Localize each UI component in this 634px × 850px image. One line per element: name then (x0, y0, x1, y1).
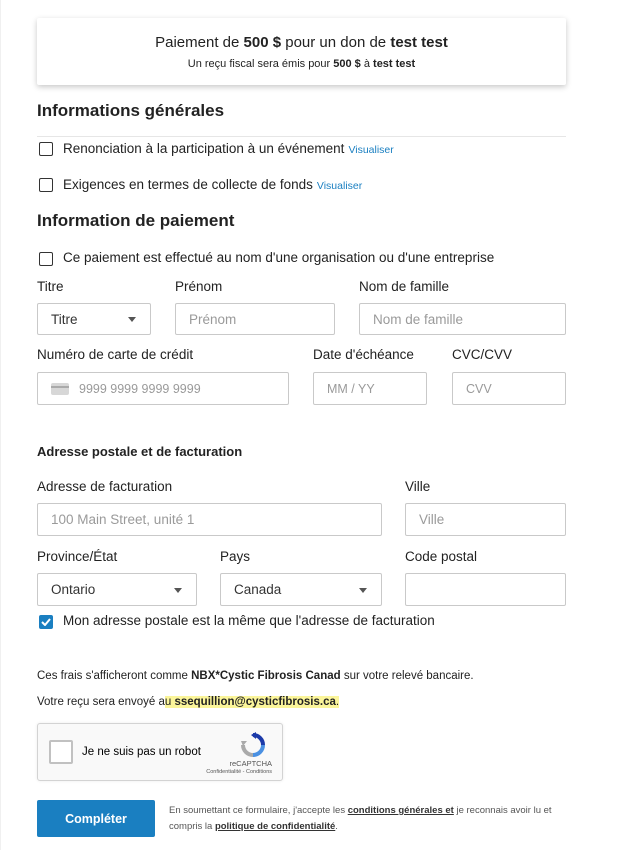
recaptcha-checkbox[interactable] (49, 740, 73, 764)
firstname-label: Prénom (175, 279, 223, 294)
tax-receipt-text: Un reçu fiscal sera émis pour 500 $ à te… (37, 58, 566, 70)
complete-button[interactable]: Compléter (37, 800, 155, 837)
cvc-input[interactable]: CVV (452, 372, 566, 405)
terms-suffix: . (335, 821, 338, 832)
receipt-name: test test (373, 58, 416, 70)
title-label: Titre (37, 279, 64, 294)
terms-link[interactable]: conditions générales et (348, 805, 454, 816)
receipt-amount: 500 $ (333, 58, 361, 70)
country-select-value: Canada (234, 582, 282, 597)
billing-address-placeholder: 100 Main Street, unité 1 (51, 512, 195, 527)
postal-code-label: Code postal (405, 549, 478, 564)
fundraising-label: Exigences en termes de collecte de fonds (63, 177, 313, 192)
postal-code-input[interactable] (405, 573, 566, 606)
organization-checkbox[interactable] (39, 252, 53, 266)
privacy-policy-link[interactable]: politique de confidentialité (215, 821, 335, 832)
title-select[interactable]: Titre (37, 303, 151, 335)
address-title: Adresse postale et de facturation (37, 444, 243, 459)
expiry-placeholder: MM / YY (327, 381, 375, 396)
card-number-label: Numéro de carte de crédit (37, 347, 194, 362)
fundraising-view-link[interactable]: Visualiser (317, 180, 362, 192)
credit-card-icon (51, 382, 69, 395)
card-number-input[interactable]: 9999 9999 9999 9999 (37, 372, 289, 405)
receipt-highlight-prefix: u (164, 696, 175, 708)
payment-info-title: Information de paiement (37, 211, 235, 230)
recaptcha-logo-icon (241, 732, 265, 757)
summary-prefix: Paiement de (155, 34, 244, 51)
fundraising-row: Exigences en termes de collecte de fonds… (63, 176, 362, 194)
province-label: Province/État (37, 549, 118, 564)
city-input[interactable]: Ville (405, 503, 566, 536)
recaptcha-label: Je ne suis pas un robot (82, 746, 201, 758)
cvc-placeholder: CVV (466, 381, 492, 396)
province-select[interactable]: Ontario (37, 573, 197, 606)
receipt-middle: à (360, 58, 374, 70)
recaptcha-links[interactable]: Confidentialité - Conditions (206, 769, 272, 775)
receipt-info-prefix: Votre reçu sera envoyé a (37, 696, 165, 708)
summary-donor: test test (390, 34, 448, 51)
billing-address-label: Adresse de facturation (37, 479, 173, 494)
terms-text: En soumettant ce formulaire, j'accepte l… (169, 803, 569, 835)
chevron-down-icon (359, 587, 367, 593)
expiry-input[interactable]: MM / YY (313, 372, 427, 405)
payment-summary-text: Paiement de 500 $ pour un don de test te… (37, 34, 566, 51)
waiver-view-link[interactable]: Visualiser (348, 144, 393, 156)
lastname-placeholder: Nom de famille (373, 311, 464, 327)
firstname-placeholder: Prénom (189, 311, 237, 327)
chevron-down-icon (174, 587, 182, 593)
firstname-input[interactable]: Prénom (175, 303, 335, 335)
lastname-input[interactable]: Nom de famille (359, 303, 566, 335)
section-divider (37, 136, 566, 137)
lastname-label: Nom de famille (359, 279, 450, 294)
recaptcha-widget: Je ne suis pas un robot reCAPTCHA Confid… (37, 723, 283, 781)
country-label: Pays (220, 549, 251, 564)
donation-payment-page: Paiement de 500 $ pour un don de test te… (0, 0, 634, 850)
receipt-email: ssequillion@cysticfibrosis.ca (174, 696, 336, 708)
receipt-info: Votre reçu sera envoyé au ssequillion@cy… (37, 696, 340, 708)
receipt-suffix: . (335, 696, 340, 708)
same-address-checkbox[interactable] (39, 615, 53, 629)
charge-prefix: Ces frais s'afficheront comme (37, 670, 192, 682)
organization-label: Ce paiement est effectué au nom d'une or… (63, 250, 495, 265)
recaptcha-brand: reCAPTCHA (229, 759, 272, 768)
expiry-label: Date d'échéance (313, 347, 414, 362)
summary-amount: 500 $ (243, 34, 282, 51)
terms-line2-prefix: compris la (169, 821, 215, 832)
payment-summary-card: Paiement de 500 $ pour un don de test te… (37, 18, 566, 85)
waiver-row: Renonciation à la participation à un évé… (63, 140, 394, 158)
waiver-label: Renonciation à la participation à un évé… (63, 141, 345, 156)
charge-suffix: sur votre relevé bancaire. (340, 670, 474, 682)
province-select-value: Ontario (51, 582, 96, 597)
waiver-checkbox[interactable] (39, 142, 53, 156)
charge-name: NBX*Cystic Fibrosis Canad (191, 670, 341, 682)
bank-statement-info: Ces frais s'afficheront comme NBX*Cystic… (37, 670, 474, 682)
summary-middle: pour un don de (281, 34, 391, 51)
terms-middle: je reconnais avoir lu et (453, 805, 552, 816)
terms-prefix: En soumettant ce formulaire, j'accepte l… (169, 805, 348, 816)
receipt-prefix: Un reçu fiscal sera émis pour (187, 58, 334, 70)
city-label: Ville (405, 479, 431, 494)
title-select-value: Titre (51, 311, 78, 327)
fundraising-checkbox[interactable] (39, 178, 53, 192)
chevron-down-icon (128, 317, 136, 322)
billing-address-input[interactable]: 100 Main Street, unité 1 (37, 503, 382, 536)
cvc-label: CVC/CVV (452, 347, 513, 362)
general-info-title: Informations générales (37, 101, 225, 120)
country-select[interactable]: Canada (220, 573, 382, 606)
city-placeholder: Ville (419, 512, 445, 527)
same-address-label: Mon adresse postale est la même que l'ad… (63, 613, 435, 628)
card-number-placeholder: 9999 9999 9999 9999 (79, 381, 201, 396)
checkmark-icon (41, 618, 51, 626)
